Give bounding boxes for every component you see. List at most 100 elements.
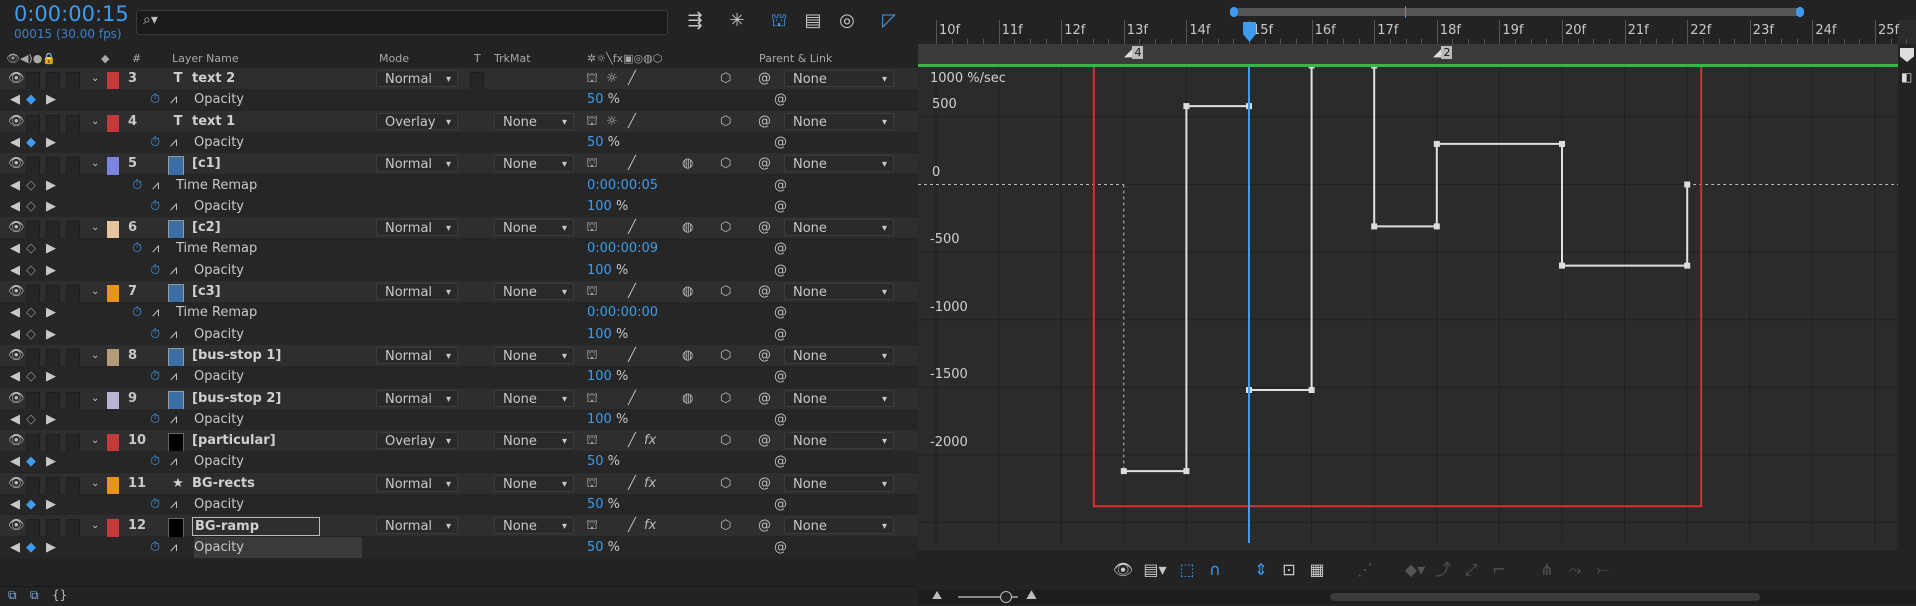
zoom-in-icon[interactable]: ⛰	[1026, 588, 1037, 603]
shy-switch-icon[interactable]: ⛫	[586, 515, 598, 536]
stopwatch-icon[interactable]: ⏱	[150, 260, 160, 281]
work-area-bar[interactable]: ◢ 4 ◢ 2	[918, 44, 1898, 66]
track-matte-dropdown[interactable]: None ▾	[494, 283, 574, 300]
stopwatch-icon[interactable]: ⏱	[150, 324, 160, 345]
prev-keyframe-icon[interactable]: ◀	[10, 324, 20, 345]
frame-blending-icon[interactable]: ▤	[801, 8, 825, 34]
property-value[interactable]: 50 %	[587, 132, 620, 153]
shy-switch-icon[interactable]: ⛫	[586, 153, 598, 174]
layer-row[interactable]: 👁 ⌄ 7 [c3] Normal ▾ None ▾ ⛫ ╱ ◍ ⬡ @ None ▾	[0, 281, 918, 308]
graph-keyframe[interactable]	[1183, 103, 1190, 110]
layer-name[interactable]: [particular]	[192, 430, 276, 451]
expression-pick-whip-icon[interactable]: @	[774, 175, 787, 196]
property-value[interactable]: 100 %	[587, 409, 628, 430]
pick-whip-icon[interactable]: @	[758, 473, 771, 494]
track-matte-dropdown[interactable]: None ▾	[494, 474, 574, 492]
track-matte-dropdown[interactable]: None ▾	[494, 517, 574, 535]
blend-mode-dropdown[interactable]: Normal ▾	[376, 517, 458, 535]
next-keyframe-icon[interactable]: ▶	[46, 537, 56, 558]
expand-chevron-icon[interactable]: ⌄	[91, 111, 99, 132]
expression-pick-whip-icon[interactable]: @	[774, 260, 787, 281]
add-keyframe-icon[interactable]: ◆	[26, 451, 36, 472]
visibility-eye-icon[interactable]: 👁	[8, 111, 25, 132]
layer-name[interactable]: [c3]	[192, 281, 221, 302]
3d-layer-switch-icon[interactable]: ⬡	[720, 217, 731, 238]
property-value-number[interactable]: 100	[587, 327, 612, 342]
expand-chevron-icon[interactable]: ⌄	[91, 473, 99, 494]
property-value-number[interactable]: 50	[587, 497, 604, 512]
property-value-number[interactable]: 100	[587, 263, 612, 278]
linear-keyframe-icon[interactable]: ⤢	[1458, 558, 1484, 582]
property-value[interactable]: 50 %	[587, 89, 620, 110]
parent-dropdown[interactable]: None ▾	[784, 219, 894, 237]
separate-dimensions-icon[interactable]: ⋰	[1352, 558, 1378, 582]
collapse-switch-icon[interactable]: ☼	[606, 68, 618, 89]
current-time-display[interactable]: 0:00:00:15	[14, 2, 129, 26]
property-row[interactable]: ◀ ◇ ▶ ⏱ ⩘ Opacity 100 % @	[0, 408, 918, 430]
next-keyframe-icon[interactable]: ▶	[46, 409, 56, 430]
stopwatch-icon[interactable]: ⏱	[150, 409, 160, 430]
stopwatch-icon[interactable]: ⏱	[150, 537, 160, 558]
next-keyframe-icon[interactable]: ▶	[46, 238, 56, 259]
parent-dropdown[interactable]: None ▾	[784, 112, 894, 130]
property-value[interactable]: 100 %	[587, 196, 628, 217]
pick-whip-icon[interactable]: @	[758, 281, 771, 302]
draft-3d-icon[interactable]: ✳	[725, 8, 749, 34]
pick-whip-icon[interactable]: @	[758, 111, 771, 132]
next-keyframe-icon[interactable]: ▶	[46, 132, 56, 153]
property-row[interactable]: ◀ ◆ ▶ ⏱ ⩘ Opacity 50 % @	[0, 494, 918, 515]
add-keyframe-icon[interactable]: ◇	[26, 196, 36, 217]
prev-keyframe-icon[interactable]: ◀	[10, 89, 20, 110]
comp-flowchart-icon[interactable]: ⇶	[683, 8, 707, 34]
collapse-switch-icon[interactable]: ☼	[606, 111, 618, 132]
next-keyframe-icon[interactable]: ▶	[46, 175, 56, 196]
prev-keyframe-icon[interactable]: ◀	[10, 409, 20, 430]
prev-keyframe-icon[interactable]: ◀	[10, 260, 20, 281]
quality-switch-icon[interactable]: ╱	[628, 111, 636, 132]
edit-keyframe-icon[interactable]: ◆▾	[1402, 558, 1428, 582]
prev-keyframe-icon[interactable]: ◀	[10, 196, 20, 217]
add-keyframe-icon[interactable]: ◇	[26, 175, 36, 196]
blend-mode-dropdown[interactable]: Normal ▾	[376, 346, 458, 364]
shy-switch-icon[interactable]: ⛫	[586, 430, 598, 451]
prev-keyframe-icon[interactable]: ◀	[10, 451, 20, 472]
horizontal-scrollbar[interactable]	[1330, 593, 1760, 601]
prev-keyframe-icon[interactable]: ◀	[10, 132, 20, 153]
graph-area[interactable]: 1000 %/sec 500 0 -500 -1000 -1500 -2000	[918, 67, 1898, 543]
property-value-number[interactable]: 50	[587, 454, 604, 469]
blend-mode-dropdown[interactable]: Normal ▾	[376, 219, 458, 237]
expand-chevron-icon[interactable]: ⌄	[91, 388, 99, 409]
visibility-eye-icon[interactable]: 👁	[8, 473, 25, 494]
prev-keyframe-icon[interactable]: ◀	[10, 494, 20, 515]
next-keyframe-icon[interactable]: ▶	[46, 324, 56, 345]
graph-toggle-icon[interactable]: ⩘	[170, 409, 177, 430]
stopwatch-icon[interactable]: ⏱	[150, 89, 160, 110]
quality-switch-icon[interactable]: ╱	[628, 388, 636, 409]
expression-pick-whip-icon[interactable]: @	[774, 366, 787, 387]
property-row[interactable]: ◀ ◇ ▶ ⏱ ⩘ Time Remap 0:00:00:09 @	[0, 238, 918, 260]
visibility-eye-icon[interactable]: 👁	[8, 153, 25, 174]
property-row[interactable]: ◀ ◆ ▶ ⏱ ⩘ Opacity 50 % @	[0, 131, 918, 153]
graph-options-icon[interactable]: ▤▾	[1142, 558, 1168, 582]
navigator-bar[interactable]	[1235, 8, 1801, 16]
graph-toggle-icon[interactable]: ⩘	[170, 132, 177, 153]
graph-toggle-icon[interactable]: ⩘	[170, 366, 177, 387]
3d-layer-switch-icon[interactable]: ⬡	[720, 430, 731, 451]
auto-bezier-icon[interactable]: ⌐	[1486, 558, 1512, 582]
property-value-number[interactable]: 0:00:00:05	[587, 178, 658, 193]
graph-keyframe[interactable]	[1308, 387, 1315, 394]
pick-whip-icon[interactable]: @	[758, 430, 771, 451]
graph-type-icon[interactable]: ◧	[1901, 70, 1912, 84]
property-value[interactable]: 50 %	[587, 494, 620, 515]
property-value-number[interactable]: 50	[587, 135, 604, 150]
layer-row[interactable]: 👁 ⌄ 12 BG-ramp Normal ▾ None ▾ ⛫ ╱ fx ⬡ @ None ▾	[0, 515, 918, 543]
stopwatch-icon[interactable]: ⏱	[132, 175, 142, 196]
pick-whip-icon[interactable]: @	[758, 515, 771, 536]
prev-keyframe-icon[interactable]: ◀	[10, 366, 20, 387]
property-row[interactable]: ◀ ◇ ▶ ⏱ ⩘ Opacity 100 % @	[0, 195, 918, 217]
3d-layer-switch-icon[interactable]: ⬡	[720, 111, 731, 132]
graph-toggle-icon[interactable]: ⩘	[170, 494, 177, 515]
stopwatch-icon[interactable]: ⏱	[150, 451, 160, 472]
parent-dropdown[interactable]: None ▾	[784, 432, 894, 450]
quality-switch-icon[interactable]: ╱	[628, 281, 636, 302]
